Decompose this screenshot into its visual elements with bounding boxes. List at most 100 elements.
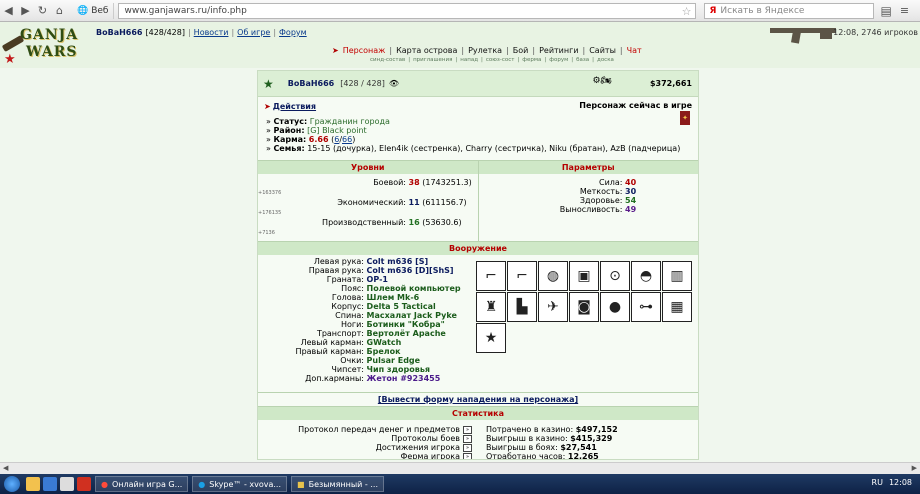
- language-indicator[interactable]: RU: [872, 478, 883, 487]
- profile-info: ✦ » Статус: Гражданин города » Район: [G…: [258, 111, 698, 153]
- reload-icon[interactable]: ↻: [34, 2, 51, 19]
- subnav-link[interactable]: ферма: [522, 57, 541, 63]
- helicopter-icon[interactable]: ✈: [538, 292, 568, 322]
- go-button[interactable]: »: [463, 425, 472, 434]
- helmet-icon[interactable]: ◓: [631, 261, 661, 291]
- stats-link-row[interactable]: Достижения игрока»: [258, 443, 472, 452]
- token-icon[interactable]: ★: [476, 323, 506, 353]
- district-link[interactable]: [G] Black point: [307, 126, 367, 135]
- nav-sites[interactable]: Сайты: [589, 46, 616, 55]
- subnav-link[interactable]: напад: [460, 57, 478, 63]
- task-skype[interactable]: ● Skype™ - xvova...: [192, 476, 288, 492]
- status-icons: ⚙🏍: [592, 76, 613, 86]
- logo-text-bottom: WARS: [26, 44, 78, 60]
- weapon-link[interactable]: Шлем Mk-6: [367, 293, 420, 302]
- weapon-link[interactable]: Delta 5 Tactical: [367, 302, 436, 311]
- search-input[interactable]: Я Искать в Яндексе: [704, 2, 875, 19]
- stats-link-row[interactable]: Протокол передач денег и предметов»: [258, 425, 472, 434]
- rifle-icon[interactable]: ⌐: [476, 261, 506, 291]
- site-logo[interactable]: GANJA WARS ★: [1, 24, 77, 68]
- rifle-icon[interactable]: ⌐: [507, 261, 537, 291]
- top-user-info: BoBaH666 [428/428] | Новости | Об игре |…: [96, 28, 307, 37]
- level-row: Боевой: 38 (1743251.3) +163376: [258, 178, 472, 196]
- go-button[interactable]: »: [463, 452, 472, 459]
- weapon-link[interactable]: OP-1: [367, 275, 388, 284]
- web-button[interactable]: 🌐 Веб: [72, 2, 115, 19]
- desktop-icon[interactable]: [43, 477, 57, 491]
- watch-icon[interactable]: ◙: [569, 292, 599, 322]
- server-clock: 12:08, 2746 игроков: [833, 28, 918, 37]
- forward-icon[interactable]: ▶: [17, 2, 34, 19]
- nav-roulette[interactable]: Рулетка: [468, 46, 502, 55]
- about-link[interactable]: Об игре: [237, 28, 270, 37]
- app-icon[interactable]: [60, 477, 74, 491]
- horizontal-scrollbar[interactable]: ◀ ▶: [0, 462, 920, 474]
- start-button[interactable]: [4, 476, 20, 492]
- boots-icon[interactable]: ▙: [507, 292, 537, 322]
- subnav-link[interactable]: союз-сост: [486, 57, 515, 63]
- scroll-left-icon[interactable]: ◀: [3, 464, 8, 472]
- scroll-right-icon[interactable]: ▶: [912, 464, 917, 472]
- go-button[interactable]: »: [463, 443, 472, 452]
- actions-link[interactable]: Действия: [273, 102, 316, 111]
- settings-icon[interactable]: ≡: [900, 4, 909, 17]
- weapon-link[interactable]: Чип здоровья: [367, 365, 430, 374]
- profile-panel: ★ BoBaH666 [428 / 428] 👁 ⚙🏍 $372,661 ➤ Д…: [257, 70, 699, 460]
- attack-form-link[interactable]: [Вывести форму нападения на персонажа]: [378, 395, 578, 404]
- task-paint[interactable]: ■ Безымянный - ...: [291, 476, 384, 492]
- weapon-link[interactable]: Вертолёт Apache: [367, 329, 446, 338]
- globe-icon: 🌐: [77, 5, 89, 16]
- subnav-link[interactable]: база: [576, 57, 589, 63]
- karma-minus-link[interactable]: 66: [342, 135, 352, 144]
- equipment-grid: ⌐ ⌐ ◍ ▣ ⊙ ◓ ▥ ♜ ▙ ✈ ◙ ● ⊶ ▦ ★: [476, 261, 692, 353]
- keychain-icon[interactable]: ●: [600, 292, 630, 322]
- browser-icon[interactable]: [77, 477, 91, 491]
- nav-ratings[interactable]: Рейтинги: [539, 46, 578, 55]
- actions-row: ➤ Действия Персонаж сейчас в игре: [258, 100, 698, 112]
- address-bar[interactable]: www.ganjawars.ru/info.php ☆: [118, 2, 697, 19]
- params-title: Параметры: [478, 160, 698, 174]
- stats-link-row[interactable]: Протоколы боев»: [258, 434, 472, 443]
- params-section: Параметры Сила: 40 Меткость: 30 Здоровье…: [477, 160, 698, 241]
- stats-link-row[interactable]: Ферма игрока»: [258, 452, 472, 459]
- weapon-link[interactable]: Брелок: [367, 347, 401, 356]
- chip-icon[interactable]: ▦: [662, 292, 692, 322]
- weapon-row: Доп.карманы: Жетон #923455: [305, 374, 441, 383]
- weapon-link[interactable]: Ботинки "Кобра": [367, 320, 445, 329]
- subnav-link[interactable]: доска: [597, 57, 614, 63]
- news-link[interactable]: Новости: [194, 28, 229, 37]
- subnav-link[interactable]: синд-состав: [370, 57, 405, 63]
- weapon-link[interactable]: Colt m636 [S]: [367, 257, 429, 266]
- subnav-link[interactable]: приглашения: [413, 57, 452, 63]
- glasses-icon[interactable]: ⊶: [631, 292, 661, 322]
- weapon-link[interactable]: Colt m636 [D][ShS]: [367, 266, 454, 275]
- syndicate-badge-icon[interactable]: ✦: [680, 111, 690, 125]
- bookmark-star-icon[interactable]: ☆: [682, 5, 692, 18]
- nav-battle[interactable]: Бой: [513, 46, 529, 55]
- page-icon[interactable]: ▤: [880, 4, 891, 18]
- user-nick[interactable]: BoBaH666: [96, 28, 142, 37]
- scope-icon[interactable]: ⊙: [600, 261, 630, 291]
- weapon-link[interactable]: Жетон #923455: [367, 374, 441, 383]
- back-icon[interactable]: ◀: [0, 2, 17, 19]
- home-icon[interactable]: ⌂: [51, 2, 68, 19]
- task-browser[interactable]: ● Онлайн игра G...: [95, 476, 189, 492]
- go-button[interactable]: »: [463, 434, 472, 443]
- camo-icon[interactable]: ♜: [476, 292, 506, 322]
- weapon-link[interactable]: Pulsar Edge: [367, 356, 421, 365]
- weapon-link[interactable]: Масхалат Jack Pyke: [367, 311, 457, 320]
- eye-icon[interactable]: 👁: [389, 79, 399, 88]
- weapon-link[interactable]: GWatch: [367, 338, 402, 347]
- nav-map[interactable]: Карта острова: [396, 46, 457, 55]
- computer-icon[interactable]: ▣: [569, 261, 599, 291]
- forum-link[interactable]: Форум: [279, 28, 307, 37]
- nav-character[interactable]: Персонаж: [343, 46, 386, 55]
- weapon-link[interactable]: Полевой компьютер: [367, 284, 461, 293]
- grenade-icon[interactable]: ◍: [538, 261, 568, 291]
- vest-icon[interactable]: ▥: [662, 261, 692, 291]
- explorer-icon[interactable]: [26, 477, 40, 491]
- karma-plus-link[interactable]: 6: [334, 135, 339, 144]
- nav-chat[interactable]: Чат: [627, 46, 642, 55]
- subnav-link[interactable]: форум: [549, 57, 568, 63]
- profile-money: $372,661: [649, 79, 692, 88]
